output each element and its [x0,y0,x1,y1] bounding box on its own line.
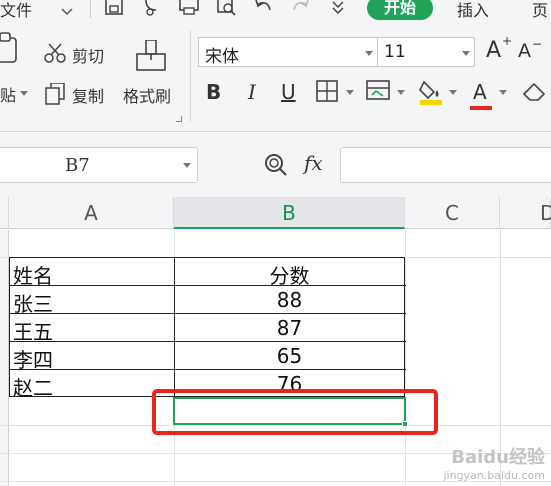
table-row-score[interactable]: 65 [174,344,405,368]
divider [90,0,91,18]
table-row-name[interactable]: 王五 [13,316,53,345]
font-name-select[interactable]: 宋体 [198,37,378,67]
format-painter-icon[interactable] [136,39,166,78]
name-box-value: B7 [65,155,90,176]
copy-icon[interactable] [45,82,65,109]
chevron-down-icon [462,51,470,56]
chevron-down-icon[interactable] [60,2,74,21]
paste-label[interactable]: 贴 [0,82,16,106]
gridline [405,230,406,486]
italic-button[interactable]: I [248,80,256,104]
tab-start[interactable]: 开始 [367,0,433,20]
row-header-column[interactable] [0,230,9,486]
underline-button[interactable]: U [281,80,296,104]
font-color-bar [470,106,492,110]
column-header-row: A B C D [0,197,551,229]
cell-b2-header[interactable]: 分数 [174,260,405,289]
watermark-url: jingyan.baidu.com [443,469,545,482]
formula-input[interactable] [340,147,551,183]
chevron-down-icon[interactable] [397,90,405,95]
formula-bar: B7 fx [0,133,551,197]
watermark-logo-text: Baidu经验 [451,447,545,468]
chevron-down-icon[interactable] [449,90,457,95]
table-row-name[interactable]: 张三 [13,288,53,317]
column-header-a[interactable]: A [9,197,174,229]
name-box[interactable]: B7 [0,147,198,183]
fill-color-icon[interactable] [418,78,444,110]
grow-font-button[interactable]: A [486,38,501,63]
column-header-d[interactable]: D [500,197,551,229]
shrink-font-button[interactable]: A [518,40,531,62]
table-row-name[interactable]: 李四 [13,344,53,373]
font-name-value: 宋体 [205,47,239,67]
redo-icon[interactable] [290,0,310,16]
table-border [10,369,406,370]
chevron-down-icon[interactable] [499,90,507,95]
customize-toolbar-icon[interactable] [330,0,346,20]
undo-icon[interactable] [254,0,274,16]
font-color-button[interactable]: A [473,80,487,104]
cell-a2-header[interactable]: 姓名 [13,260,53,289]
font-size-select[interactable]: 11 [377,37,475,67]
chevron-down-icon[interactable] [346,90,354,95]
table-row-score[interactable]: 88 [174,288,405,312]
select-all-corner[interactable] [0,197,9,229]
table-row-score[interactable]: 87 [174,316,405,340]
table-row-name[interactable]: 赵二 [13,372,53,401]
print-icon[interactable] [178,0,200,16]
undo-history-icon[interactable] [142,0,162,16]
print-preview-icon[interactable] [216,0,238,16]
table-border [10,313,406,314]
copy-label[interactable]: 复制 [72,83,104,107]
paste-icon[interactable] [0,30,20,68]
eraser-icon[interactable] [520,80,548,106]
cut-label[interactable]: 剪切 [72,43,104,67]
bold-button[interactable]: B [206,80,221,104]
chevron-down-icon [183,163,191,168]
divider [190,30,191,122]
borders-icon[interactable] [316,80,338,106]
plus-icon: + [502,34,513,48]
scissors-icon[interactable] [44,43,66,67]
ribbon-home: 贴 剪切 复制 格式刷 宋体 11 A + A − B I U A [0,22,551,132]
minus-icon: − [532,37,543,51]
highlight-annotation [152,389,438,435]
table-border [10,341,406,342]
menu-bar: 文件 开始 插入 页 [0,0,551,22]
chevron-down-icon [365,51,373,56]
menu-file-partial[interactable]: 文件 [0,0,32,21]
tab-page-layout[interactable]: 页 [532,0,548,21]
watermark: Baidu经验 jingyan.baidu.com [443,443,545,482]
insert-function-button[interactable]: fx [304,151,323,175]
font-size-value: 11 [384,42,406,62]
chevron-down-icon[interactable] [20,91,28,96]
column-header-b[interactable]: B [174,197,405,229]
save-icon[interactable] [104,0,124,16]
dialog-launcher-icon[interactable] [176,116,182,122]
tab-insert[interactable]: 插入 [457,0,489,21]
cell-style-icon[interactable] [366,80,392,106]
format-painter-label[interactable]: 格式刷 [123,83,171,107]
zoom-search-icon[interactable] [263,152,289,182]
column-header-c[interactable]: C [405,197,500,229]
